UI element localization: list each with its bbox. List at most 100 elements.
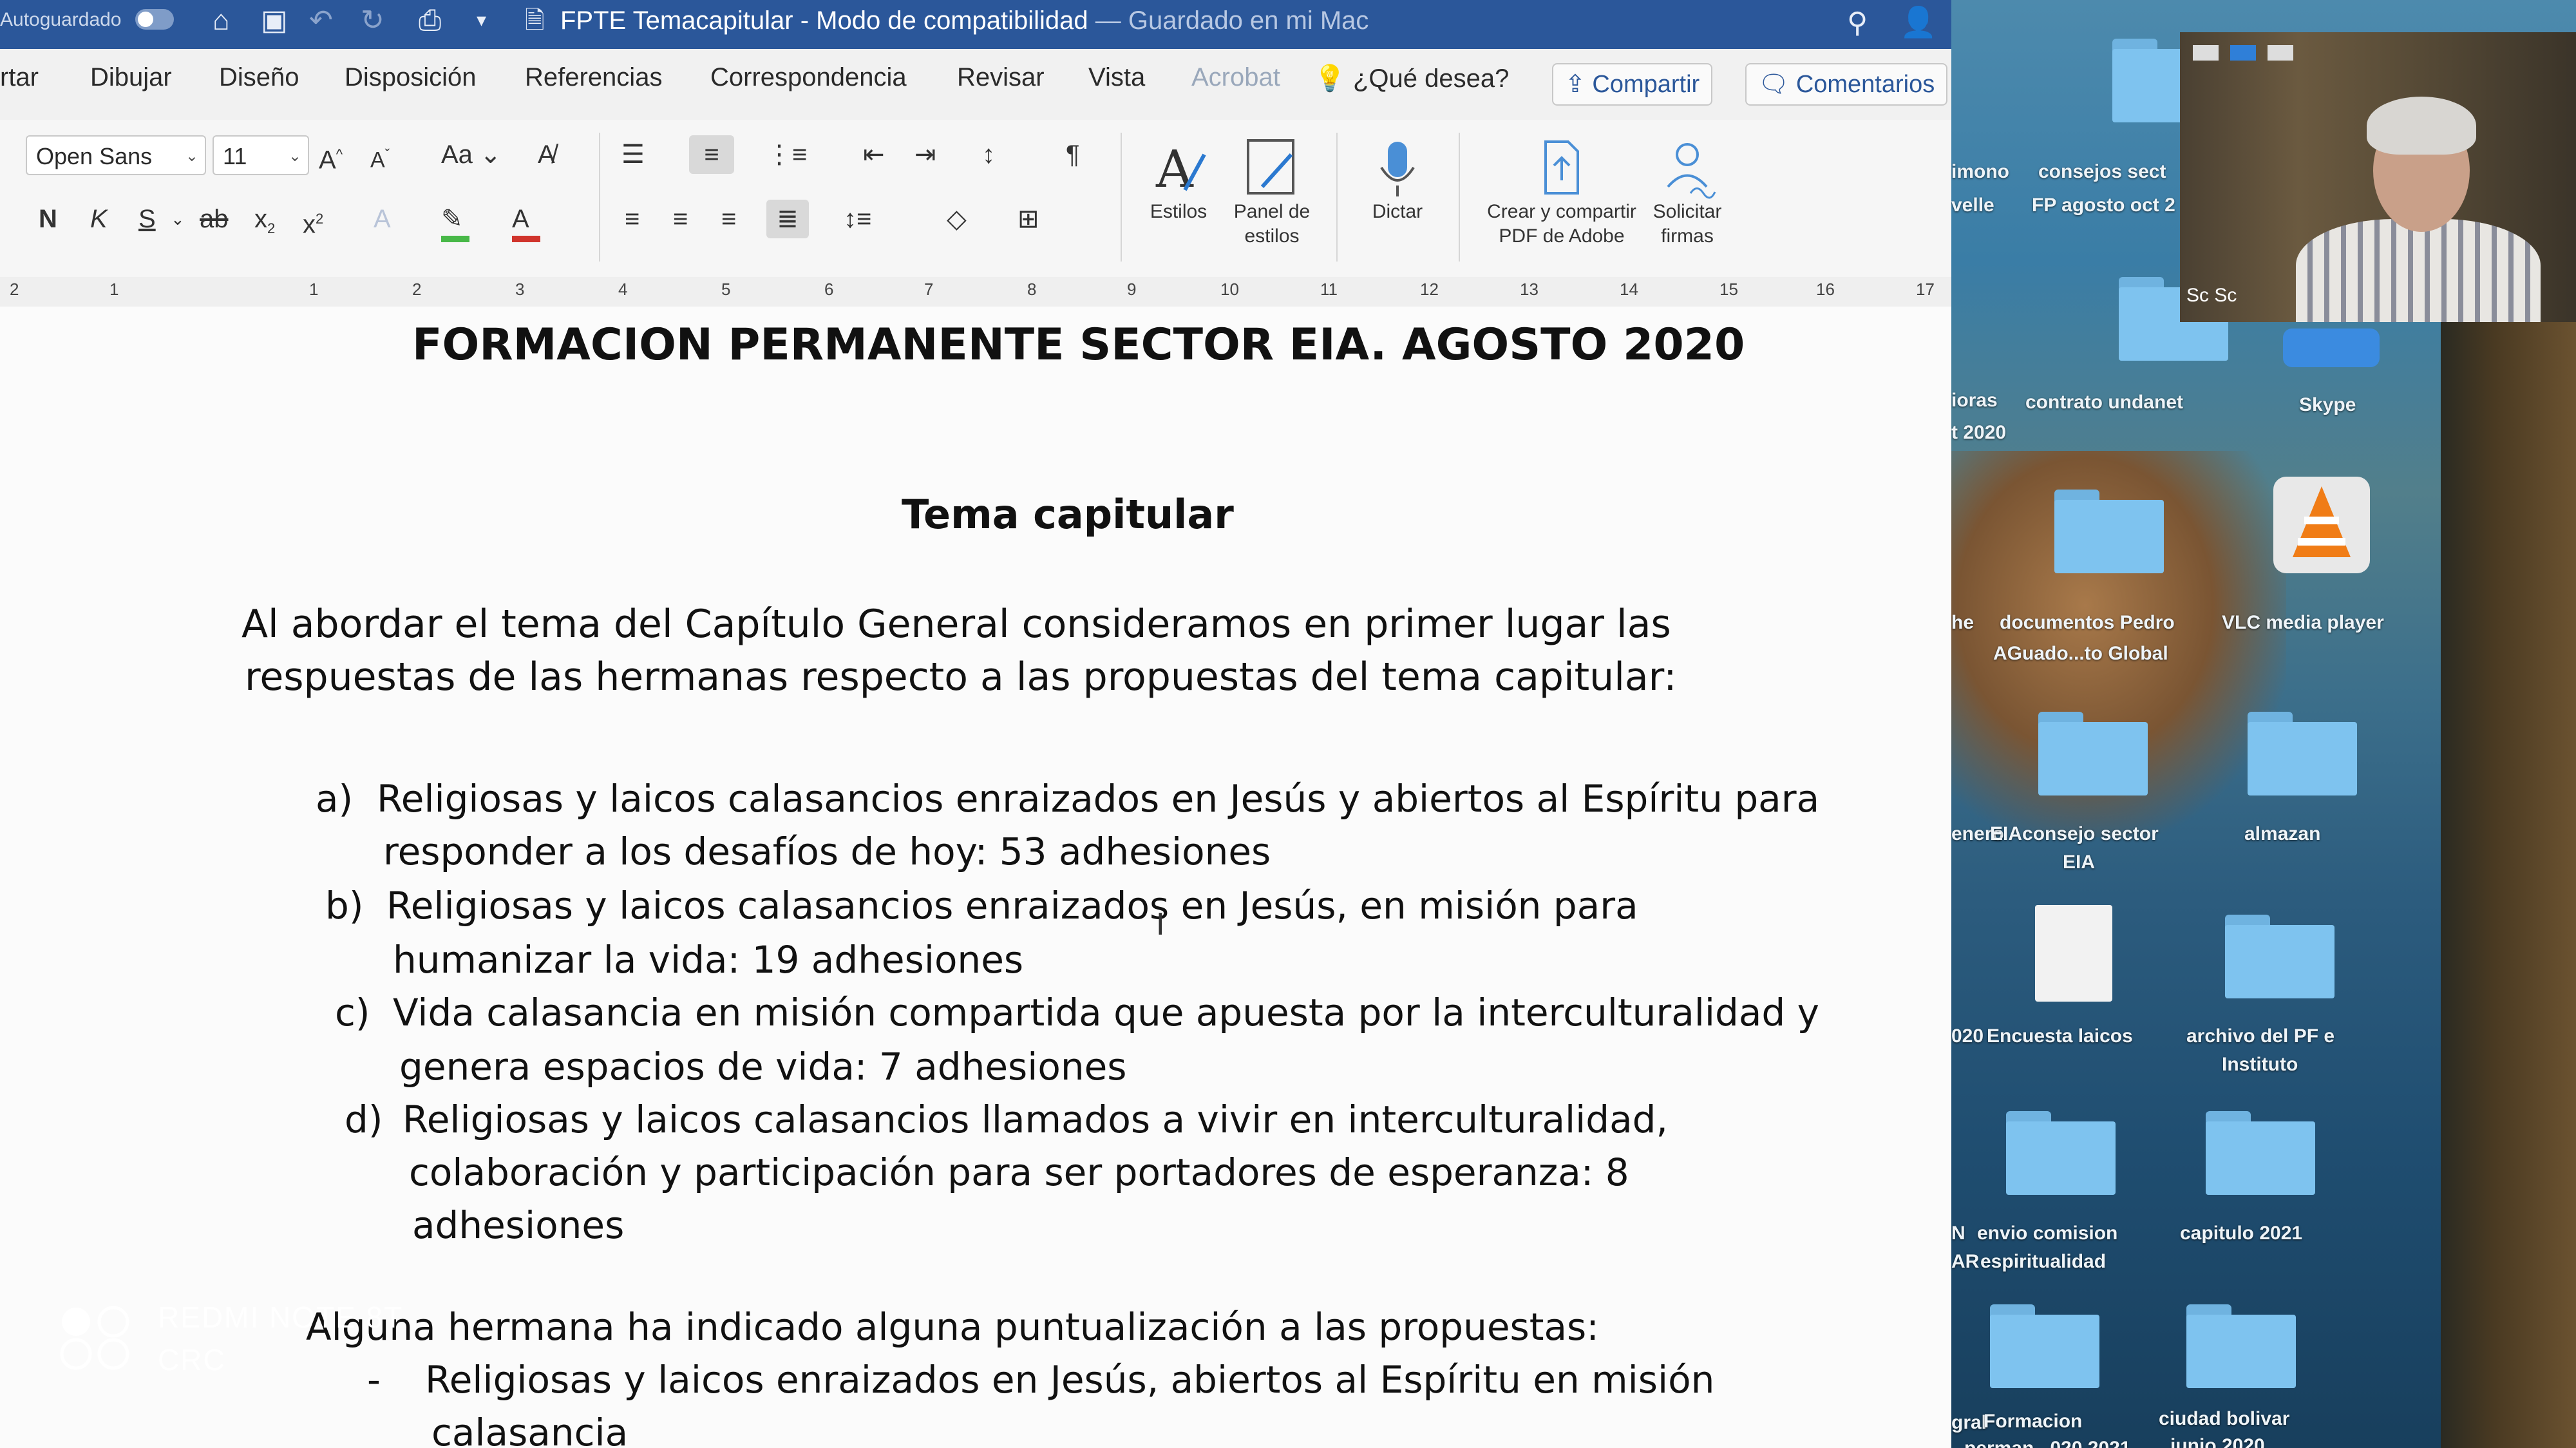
- vlc-icon[interactable]: [2273, 477, 2370, 573]
- tab-references[interactable]: Referencias: [525, 63, 662, 92]
- superscript-button[interactable]: x2: [303, 200, 323, 243]
- watermark-model: REDMI NOTE 8T: [158, 1300, 404, 1334]
- desktop-item-label[interactable]: AGuado...to Global: [1993, 643, 2168, 665]
- desktop-item-label[interactable]: ciudad bolivar: [2159, 1408, 2289, 1430]
- desktop-item-label[interactable]: EIA: [2063, 852, 2095, 873]
- customize-icon[interactable]: ▾: [477, 4, 486, 37]
- undo-icon[interactable]: ↶: [309, 4, 333, 37]
- desktop-item-label[interactable]: envio comision: [1977, 1223, 2117, 1244]
- highlight-icon[interactable]: ✎: [441, 200, 469, 242]
- align-right-icon[interactable]: ≡: [721, 200, 736, 238]
- ruler-number: 3: [515, 280, 525, 299]
- folder-icon[interactable]: [2186, 1304, 2296, 1388]
- desktop-item-label[interactable]: capitulo 2021: [2180, 1223, 2302, 1244]
- share-person-icon[interactable]: 👤: [1900, 5, 1937, 39]
- styles-button[interactable]: A Estilos: [1137, 135, 1220, 224]
- desktop-item-label[interactable]: VLC media player: [2222, 612, 2384, 634]
- skype-icon[interactable]: [2283, 329, 2380, 367]
- shrink-font-button[interactable]: Aˇ: [370, 135, 390, 179]
- desktop-item-label[interactable]: junio 2020: [2170, 1435, 2265, 1448]
- tab-draw[interactable]: Dibujar: [90, 63, 172, 92]
- font-color-icon[interactable]: A: [512, 200, 540, 242]
- horizontal-ruler[interactable]: 2 1 1 2 3 4 5 6 7 8 9 10 11 12 13 14 15 …: [0, 277, 1951, 308]
- shading-icon[interactable]: ◇: [947, 200, 967, 238]
- folder-icon[interactable]: [2006, 1111, 2116, 1195]
- dictate-button[interactable]: Dictar: [1356, 135, 1439, 224]
- bold-button[interactable]: N: [39, 200, 57, 238]
- show-marks-icon[interactable]: ¶: [1066, 135, 1079, 174]
- desktop-item-label[interactable]: Formacion: [1984, 1411, 2082, 1433]
- folder-icon[interactable]: [1990, 1304, 2099, 1388]
- tab-acrobat[interactable]: Acrobat: [1191, 63, 1280, 92]
- desktop-item-label[interactable]: espiritualidad: [1980, 1251, 2106, 1273]
- underline-button[interactable]: S: [138, 200, 156, 238]
- folder-icon[interactable]: [2248, 712, 2357, 795]
- grow-font-button[interactable]: A^: [319, 135, 343, 179]
- autosave-toggle[interactable]: [135, 9, 174, 30]
- tell-me-search[interactable]: 💡 ¿Qué desea?: [1314, 63, 1509, 93]
- search-icon[interactable]: ⚲: [1847, 6, 1868, 40]
- styles-pane-button[interactable]: Panel de estilos: [1227, 135, 1317, 249]
- tab-view[interactable]: Vista: [1088, 63, 1145, 92]
- strikethrough-button[interactable]: ab: [200, 200, 229, 238]
- window-icon[interactable]: [2268, 45, 2293, 61]
- sort-icon[interactable]: ↕: [982, 135, 995, 174]
- save-icon[interactable]: ▣: [261, 4, 288, 37]
- folder-icon[interactable]: [2054, 490, 2164, 573]
- document-page[interactable]: FORMACION PERMANENTE SECTOR EIA. AGOSTO …: [0, 307, 1951, 1448]
- minimize-icon[interactable]: [2193, 45, 2219, 61]
- desktop-item-label[interactable]: Encuesta laicos: [1987, 1025, 2133, 1047]
- home-icon[interactable]: ⌂: [213, 4, 230, 37]
- numbering-icon[interactable]: ≡: [689, 135, 734, 174]
- increase-indent-icon[interactable]: ⇥: [914, 135, 936, 174]
- font-size-select[interactable]: 11 ⌄: [213, 135, 309, 175]
- multilevel-list-icon[interactable]: ⋮≡: [766, 135, 807, 174]
- italic-button[interactable]: K: [90, 200, 108, 238]
- share-button[interactable]: ⇪ Compartir: [1552, 63, 1713, 106]
- desktop-item-label[interactable]: Skype: [2299, 394, 2356, 416]
- line-spacing-icon[interactable]: ↕≡: [844, 200, 871, 238]
- video-call-thumbnail[interactable]: Sc Sc: [2180, 32, 2576, 322]
- desktop-item-label[interactable]: FP agosto oct 2: [2032, 195, 2175, 216]
- document-file-icon[interactable]: [2035, 905, 2112, 1002]
- subscript-button[interactable]: x2: [254, 200, 275, 248]
- clear-format-icon[interactable]: A̸: [538, 135, 555, 174]
- folder-icon[interactable]: [2206, 1111, 2315, 1195]
- folder-icon[interactable]: [2038, 712, 2148, 795]
- desktop-item-label[interactable]: perman...020 2021: [1964, 1438, 2131, 1448]
- request-signatures-button[interactable]: Solicitar firmas: [1639, 135, 1736, 249]
- align-left-icon[interactable]: ≡: [625, 200, 639, 238]
- redo-icon[interactable]: ↻: [361, 4, 384, 37]
- ribbon-separator: [599, 133, 600, 262]
- desktop-item-label[interactable]: contrato undanet: [2025, 392, 2183, 414]
- folder-icon[interactable]: [2225, 915, 2334, 998]
- text-effects-icon[interactable]: A: [374, 200, 391, 238]
- text-cursor-icon: I: [1156, 907, 1165, 942]
- save-status[interactable]: — Guardado en mi Mac: [1095, 6, 1369, 35]
- desktop-item-label[interactable]: EIAconsejo sector: [1990, 823, 2159, 845]
- tab-design[interactable]: Diseño: [219, 63, 299, 92]
- create-pdf-button[interactable]: Crear y compartir PDF de Adobe: [1472, 135, 1652, 249]
- tab-mailings[interactable]: Correspondencia: [710, 63, 907, 92]
- ruler-number: 5: [721, 280, 731, 299]
- decrease-indent-icon[interactable]: ⇤: [863, 135, 885, 174]
- desktop-item-label[interactable]: documentos Pedro: [2000, 612, 2175, 634]
- print-icon[interactable]: ⎙: [419, 4, 441, 37]
- request-signatures-label-1: Solicitar: [1653, 201, 1722, 222]
- tab-review[interactable]: Revisar: [957, 63, 1045, 92]
- tab-insert[interactable]: rtar: [0, 63, 39, 92]
- desktop-item-label[interactable]: consejos sect: [2038, 161, 2166, 183]
- camera-icon[interactable]: [2230, 45, 2256, 61]
- align-center-icon[interactable]: ≡: [673, 200, 688, 238]
- justify-icon[interactable]: ≣: [766, 200, 809, 238]
- comments-button[interactable]: 🗨 Comentarios: [1745, 63, 1948, 106]
- change-case-button[interactable]: Aa ⌄: [441, 135, 502, 174]
- chevron-down-icon[interactable]: ⌄: [171, 200, 185, 238]
- borders-icon[interactable]: ⊞: [1018, 200, 1039, 238]
- desktop-item-label[interactable]: archivo del PF e: [2186, 1025, 2334, 1047]
- desktop-item-label[interactable]: Instituto: [2222, 1054, 2298, 1076]
- tab-layout[interactable]: Disposición: [345, 63, 477, 92]
- bullets-icon[interactable]: ☰: [621, 135, 645, 174]
- font-name-select[interactable]: Open Sans ⌄: [26, 135, 206, 175]
- desktop-item-label[interactable]: almazan: [2244, 823, 2320, 845]
